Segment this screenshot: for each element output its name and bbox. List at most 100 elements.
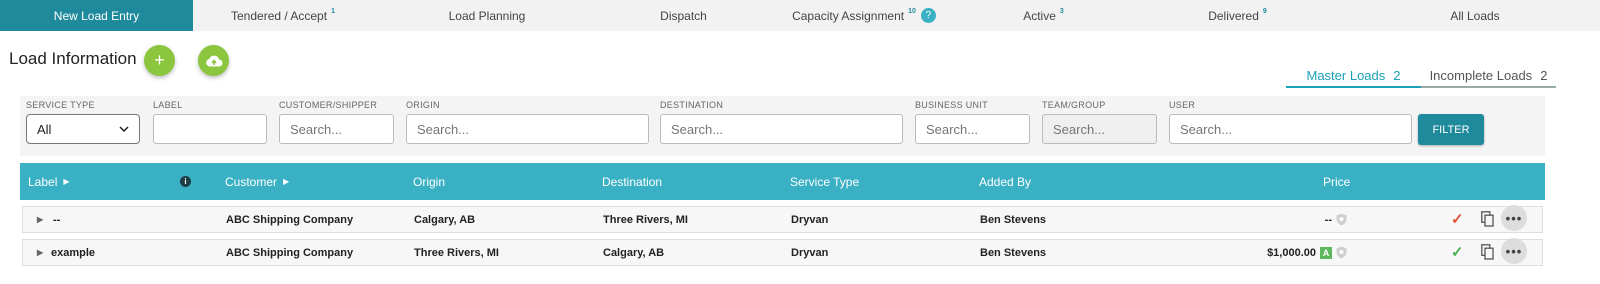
column-price: Price (1323, 163, 1350, 200)
column-service-type: Service Type (790, 163, 859, 200)
business-unit-search-input[interactable] (915, 114, 1030, 144)
help-icon[interactable]: ? (920, 8, 936, 23)
copy-icon[interactable] (1481, 244, 1494, 263)
tab-load-planning[interactable]: Load Planning (373, 0, 601, 31)
table-header: Label ▶ i Customer ▶ Origin Destination Se… (20, 163, 1545, 200)
chevron-down-icon (119, 126, 129, 132)
ellipsis-icon: ••• (1505, 210, 1523, 226)
sort-arrow-icon: ▶ (63, 177, 70, 186)
user-filter: USER (1169, 100, 1412, 144)
business-unit-filter: BUSINESS UNIT (915, 100, 1030, 144)
info-icon: i (180, 176, 191, 187)
tab-count: 1 (331, 8, 335, 15)
column-destination-text: Destination (602, 174, 663, 189)
row-service-type: Dryvan (791, 246, 829, 259)
tab-count: 3 (1059, 8, 1064, 15)
row-price-cell: $1,000.00 A (1203, 240, 1347, 265)
row-origin: Calgary, AB (414, 213, 476, 226)
more-options-button[interactable]: ••• (1501, 205, 1527, 231)
label-input[interactable] (153, 114, 267, 144)
tab-label: Delivered (1208, 8, 1259, 23)
tab-label: Load Planning (448, 8, 526, 23)
row-label: example (51, 246, 96, 259)
tab-new-load-entry[interactable]: New Load Entry (0, 0, 193, 31)
origin-filter: ORIGIN (406, 100, 649, 144)
tab-count: 10 (908, 8, 916, 15)
row-price: -- (1324, 213, 1332, 226)
subtab-label: Master Loads (1306, 67, 1386, 83)
tab-label: Dispatch (660, 8, 707, 23)
more-options-button[interactable]: ••• (1501, 238, 1527, 264)
row-destination: Calgary, AB (603, 246, 665, 259)
service-type-value: All (37, 121, 52, 137)
shield-icon (1336, 213, 1347, 226)
customer-search-input[interactable] (279, 114, 394, 144)
column-customer-text: Customer (225, 174, 278, 189)
tab-all-loads[interactable]: All Loads (1350, 0, 1600, 31)
column-label[interactable]: Label ▶ (28, 163, 70, 200)
expand-row-icon[interactable]: ▶ (37, 207, 43, 232)
top-tabs: New Load Entry Tendered / Accept 1 Load P… (0, 0, 1600, 31)
row-label: -- (53, 213, 61, 226)
column-added-by-text: Added By (979, 174, 1032, 189)
column-label-text: Label (28, 174, 58, 189)
row-origin: Three Rivers, MI (414, 246, 499, 259)
table-row[interactable]: ▶ example ABC Shipping Company Three Riv… (22, 238, 1543, 266)
filter-button[interactable]: FILTER (1418, 114, 1484, 145)
row-price: $1,000.00 (1267, 246, 1316, 259)
tab-incomplete-loads[interactable]: Incomplete Loads 2 (1421, 64, 1556, 86)
upload-button[interactable] (198, 45, 229, 76)
label-filter-label: LABEL (153, 100, 183, 110)
team-group-search-input (1042, 114, 1157, 144)
subtab-count: 2 (1540, 67, 1548, 83)
origin-search-input[interactable] (406, 114, 649, 144)
plus-icon: + (154, 50, 165, 70)
customer-filter-label: CUSTOMER/SHIPPER (279, 100, 378, 110)
destination-search-input[interactable] (660, 114, 903, 144)
column-customer[interactable]: Customer ▶ (225, 163, 289, 200)
expand-row-icon[interactable]: ▶ (37, 240, 43, 265)
table-row[interactable]: ▶ -- ABC Shipping Company Calgary, AB Th… (22, 205, 1543, 233)
add-load-button[interactable]: + (144, 45, 175, 76)
destination-filter-label: DESTINATION (660, 100, 724, 110)
tab-label: Capacity Assignment (792, 8, 905, 23)
tab-tendered-accept[interactable]: Tendered / Accept 1 (193, 0, 373, 31)
approve-check-icon[interactable]: ✓ (1451, 210, 1464, 228)
tab-label: Active (1023, 8, 1056, 23)
subtab-count: 2 (1393, 67, 1401, 83)
tab-count: 9 (1262, 8, 1267, 15)
column-info[interactable]: i (180, 163, 191, 200)
tab-active[interactable]: Active 3 (962, 0, 1125, 31)
tab-label: All Loads (1450, 8, 1500, 23)
tab-delivered[interactable]: Delivered 9 (1125, 0, 1350, 31)
row-customer: ABC Shipping Company (226, 246, 354, 259)
column-destination: Destination (602, 163, 662, 200)
service-type-select[interactable]: All (26, 114, 140, 144)
tab-dispatch[interactable]: Dispatch (601, 0, 766, 31)
copy-icon[interactable] (1481, 211, 1494, 230)
row-customer: ABC Shipping Company (226, 213, 354, 226)
tab-capacity-assignment[interactable]: Capacity Assignment 10? (766, 0, 962, 31)
column-origin-text: Origin (413, 174, 446, 189)
column-price-text: Price (1323, 174, 1351, 189)
cloud-upload-icon (205, 55, 222, 66)
user-filter-label: USER (1169, 100, 1196, 110)
page-title: Load Information (9, 49, 137, 68)
row-price-cell: -- (1223, 207, 1347, 232)
column-service-type-text: Service Type (790, 174, 860, 189)
column-added-by: Added By (979, 163, 1031, 200)
shield-icon (1336, 246, 1347, 259)
origin-filter-label: ORIGIN (406, 100, 440, 110)
tab-master-loads[interactable]: Master Loads 2 (1286, 64, 1421, 88)
approve-check-icon[interactable]: ✓ (1451, 243, 1464, 261)
tab-label: Tendered / Accept (231, 8, 328, 23)
row-service-type: Dryvan (791, 213, 829, 226)
user-search-input[interactable] (1169, 114, 1412, 144)
service-type-filter: SERVICE TYPE All (26, 100, 140, 144)
column-origin: Origin (413, 163, 445, 200)
row-added-by: Ben Stevens (980, 246, 1047, 259)
subtab-label: Incomplete Loads (1429, 67, 1533, 83)
ellipsis-icon: ••• (1505, 243, 1523, 259)
tab-label: New Load Entry (53, 8, 140, 23)
row-added-by: Ben Stevens (980, 213, 1047, 226)
